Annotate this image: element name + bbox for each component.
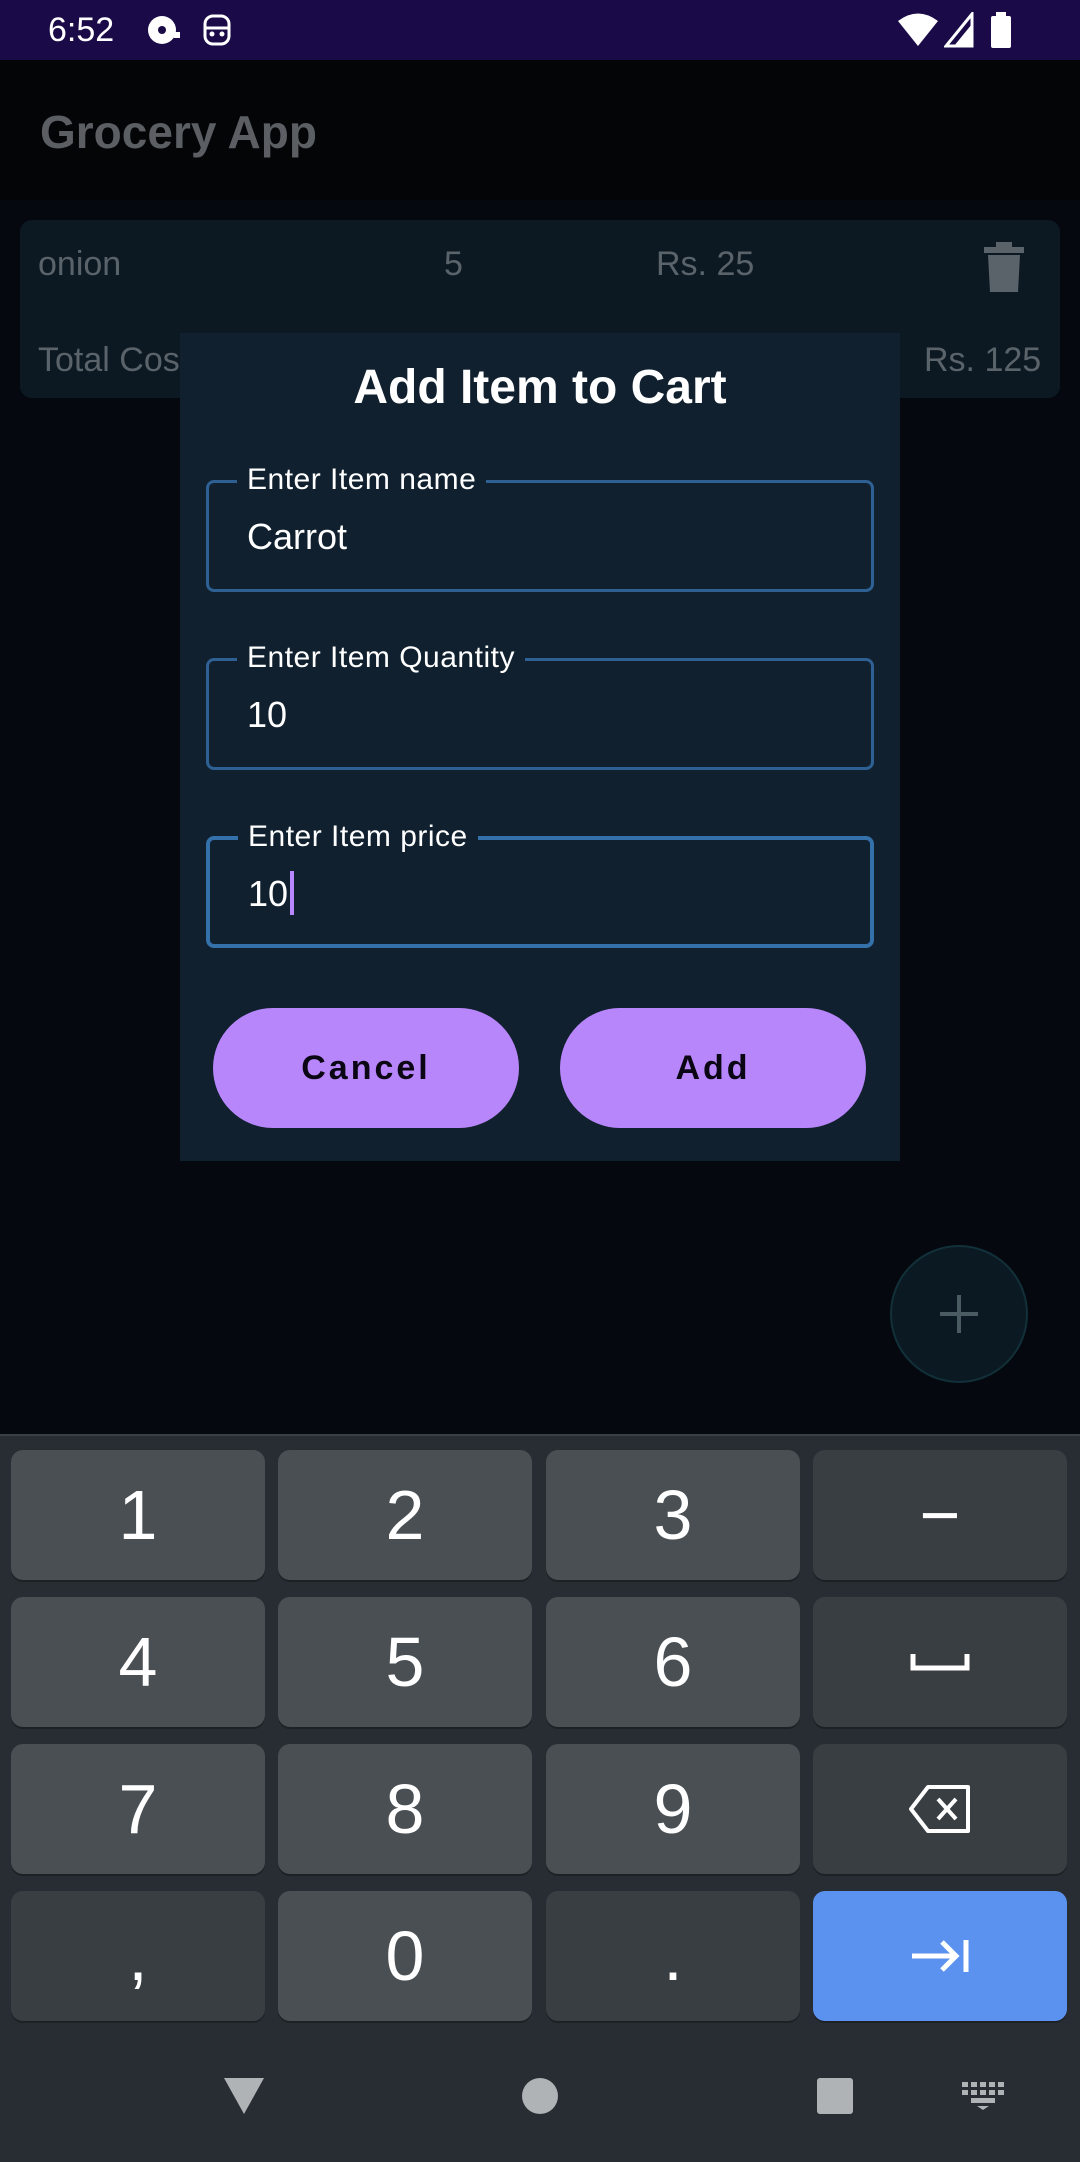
home-icon[interactable] [520, 2076, 560, 2116]
key-minus[interactable]: − [813, 1450, 1067, 1580]
app-title: Grocery App [40, 106, 317, 158]
wifi-icon [898, 13, 938, 46]
key-2[interactable]: 2 [278, 1450, 532, 1580]
item-quantity-field[interactable]: Enter Item Quantity 10 [206, 639, 874, 770]
key-9[interactable]: 9 [546, 1744, 800, 1874]
item-quantity-value: 10 [247, 694, 288, 735]
status-time: 6:52 [48, 11, 115, 49]
key-8[interactable]: 8 [278, 1744, 532, 1874]
key-4[interactable]: 4 [11, 1597, 265, 1727]
delete-icon[interactable] [982, 242, 1026, 292]
add-button[interactable]: Add [560, 1008, 866, 1128]
key-backspace[interactable] [813, 1744, 1067, 1874]
tab-next-icon [912, 1940, 969, 1972]
cancel-button[interactable]: Cancel [213, 1008, 519, 1128]
dialog-title: Add Item to Cart [353, 361, 727, 414]
key-next[interactable] [813, 1891, 1067, 2021]
battery-icon [991, 12, 1011, 48]
item-price-value-wrap: 10 [248, 871, 295, 916]
key-7[interactable]: 7 [11, 1744, 265, 1874]
space-icon [910, 1654, 970, 1671]
recents-icon[interactable] [815, 2076, 855, 2116]
keyboard-switch-icon[interactable] [962, 2082, 1004, 2110]
item-price-value: 10 [248, 873, 289, 914]
item-quantity-label: Enter Item Quantity [237, 639, 525, 677]
item-name-label: Enter Item name [237, 461, 487, 499]
item-price: Rs. 25 [656, 245, 755, 283]
key-comma[interactable]: , [11, 1891, 265, 2021]
privacy-icon [203, 14, 231, 46]
back-icon[interactable] [222, 2076, 266, 2116]
plus-icon [940, 1295, 978, 1333]
total-label: Total Cos [38, 341, 180, 379]
key-1[interactable]: 1 [11, 1450, 265, 1580]
item-quantity: 5 [444, 245, 463, 283]
signal-icon [944, 12, 974, 48]
item-name-value: Carrot [247, 516, 348, 557]
item-price-label: Enter Item price [238, 818, 478, 856]
key-5[interactable]: 5 [278, 1597, 532, 1727]
total-value: Rs. 125 [924, 341, 1042, 379]
key-space[interactable] [813, 1597, 1067, 1727]
item-price-field[interactable]: Enter Item price 10 [206, 818, 874, 948]
key-6[interactable]: 6 [546, 1597, 800, 1727]
key-3[interactable]: 3 [546, 1450, 800, 1580]
item-name-field[interactable]: Enter Item name Carrot [206, 461, 874, 592]
key-0[interactable]: 0 [278, 1891, 532, 2021]
text-caret [290, 871, 295, 916]
media-icon [148, 16, 180, 44]
key-period[interactable]: . [546, 1891, 800, 2021]
item-name: onion [38, 245, 122, 283]
backspace-icon [909, 1785, 970, 1833]
